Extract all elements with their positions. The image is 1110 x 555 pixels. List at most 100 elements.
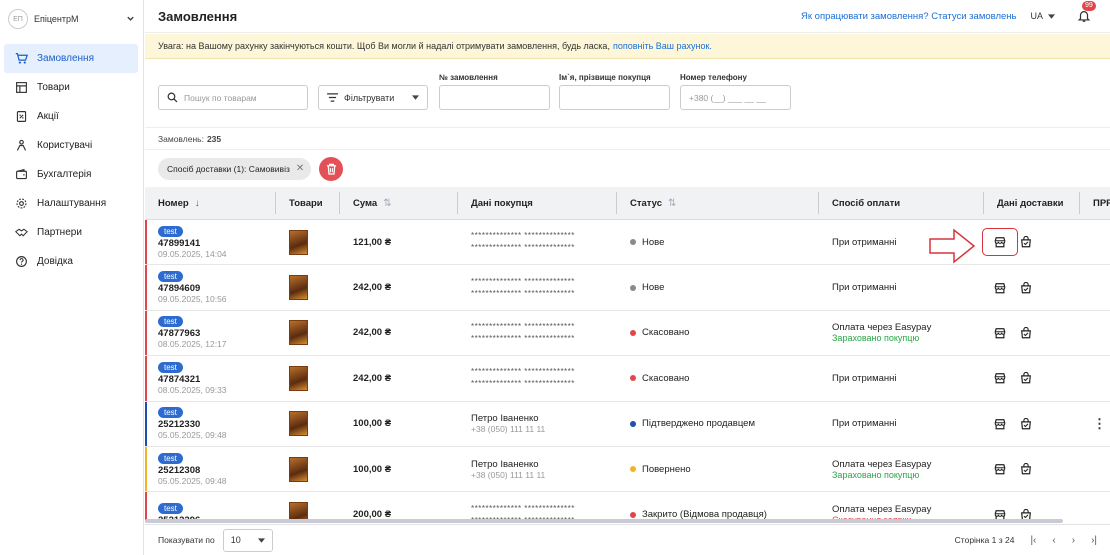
bag-check-icon[interactable] xyxy=(1020,281,1032,294)
caret-down-icon xyxy=(412,95,419,100)
sidebar-item-help[interactable]: Довідка xyxy=(4,247,138,276)
prro-cell xyxy=(1080,356,1110,400)
close-icon[interactable]: ✕ xyxy=(296,163,304,174)
prro-cell xyxy=(1080,311,1110,355)
order-number[interactable]: 47899141 xyxy=(158,238,200,249)
sort-icon[interactable]: ⇅ xyxy=(383,198,391,209)
store-pickup-button[interactable] xyxy=(994,418,1006,430)
product-thumbnail[interactable] xyxy=(289,365,308,391)
prev-page-icon[interactable]: ‹ xyxy=(1052,535,1055,546)
order-number[interactable]: 47894609 xyxy=(158,283,200,294)
brand-switcher[interactable]: ЕП ЕпіцентрМ xyxy=(0,0,143,38)
product-search-input[interactable]: Пошук по товарам xyxy=(158,85,308,110)
delivery-filter-chip[interactable]: Спосіб доставки (1): Самовивіз ✕ xyxy=(158,157,312,180)
goods-cell[interactable] xyxy=(276,447,340,491)
order-number-input[interactable] xyxy=(439,85,550,110)
table-row[interactable]: test 47874321 08.05.2025, 09:33 242,00 ₴… xyxy=(145,356,1110,402)
sidebar-item-label: Акції xyxy=(37,111,59,122)
store-pickup-button[interactable] xyxy=(994,282,1006,294)
col-status[interactable]: Статус ⇅ xyxy=(617,192,819,214)
goods-cell[interactable] xyxy=(276,311,340,355)
table-row[interactable]: test 25212330 05.05.2025, 09:48 100,00 ₴… xyxy=(145,401,1110,447)
status-text: Скасовано xyxy=(642,372,690,384)
store-icon xyxy=(994,418,1006,430)
pager: Сторінка 1 з 24 |‹ ‹ › ›| xyxy=(955,535,1097,546)
col-number[interactable]: Номер ↓ xyxy=(145,192,276,214)
discount-icon xyxy=(16,111,27,122)
table-row[interactable]: test 47894609 09.05.2025, 10:56 242,00 ₴… xyxy=(145,265,1110,311)
notifications-button[interactable]: 99 xyxy=(1077,1,1096,23)
sidebar-item-orders[interactable]: Замовлення xyxy=(4,44,138,73)
sort-desc-icon[interactable]: ↓ xyxy=(195,198,200,209)
bag-check-icon[interactable] xyxy=(1020,236,1032,248)
order-number-cell[interactable]: test 25212308 05.05.2025, 09:48 xyxy=(145,447,276,491)
store-icon xyxy=(994,282,1006,293)
col-sum[interactable]: Сума ⇅ xyxy=(340,192,458,214)
goods-cell[interactable] xyxy=(276,220,340,264)
order-number[interactable]: 47877963 xyxy=(158,328,200,339)
table-row[interactable]: test 47877963 08.05.2025, 12:17 242,00 ₴… xyxy=(145,310,1110,357)
more-vert-icon[interactable]: ⋮ xyxy=(1093,416,1106,432)
store-pickup-button[interactable] xyxy=(994,372,1006,384)
phone-input[interactable]: +380 (__) ___ __ __ xyxy=(680,85,791,110)
order-number[interactable]: 25212308 xyxy=(158,465,200,476)
goods-cell[interactable] xyxy=(276,265,340,309)
buyer-line-1: ************** ************** xyxy=(471,503,575,513)
row-status-bar xyxy=(145,356,147,401)
product-thumbnail[interactable] xyxy=(289,229,308,255)
table-row[interactable]: test 25212308 05.05.2025, 09:48 100,00 ₴… xyxy=(145,446,1110,493)
horizontal-scrollbar[interactable] xyxy=(145,519,1063,523)
buyer-line-2: ************** ************** xyxy=(471,333,575,343)
store-pickup-button[interactable] xyxy=(994,327,1006,339)
filter-label: Фільтрувати xyxy=(344,92,395,103)
sidebar-item-label: Налаштування xyxy=(37,198,107,209)
payment-method: Оплата через Easypay xyxy=(832,322,932,334)
product-thumbnail[interactable] xyxy=(289,275,308,301)
sidebar-item-goods[interactable]: Товари xyxy=(4,73,138,102)
sidebar-item-promotions[interactable]: Акції xyxy=(4,102,138,131)
next-page-icon[interactable]: › xyxy=(1072,535,1075,546)
test-badge: test xyxy=(158,503,183,515)
goods-cell[interactable] xyxy=(276,356,340,400)
sidebar-item-label: Товари xyxy=(37,82,70,93)
last-page-icon[interactable]: ›| xyxy=(1091,535,1097,546)
order-number-cell[interactable]: test 25212296 xyxy=(145,492,276,522)
first-page-icon[interactable]: |‹ xyxy=(1030,535,1036,546)
order-number[interactable]: 47874321 xyxy=(158,374,200,385)
product-thumbnail[interactable] xyxy=(289,320,308,346)
bag-check-icon[interactable] xyxy=(1020,463,1032,475)
order-number-cell[interactable]: test 25212330 05.05.2025, 09:48 xyxy=(145,402,276,446)
order-number[interactable]: 25212330 xyxy=(158,419,200,430)
order-number-cell[interactable]: test 47899141 09.05.2025, 14:04 xyxy=(145,220,276,264)
order-number-cell[interactable]: test 47894609 09.05.2025, 10:56 xyxy=(145,265,276,309)
sidebar-item-label: Довідка xyxy=(37,256,73,267)
language-select[interactable]: UA xyxy=(1030,11,1055,21)
per-page-select[interactable]: 10 xyxy=(222,528,273,552)
bag-check-icon[interactable] xyxy=(1020,417,1032,430)
order-date: 08.05.2025, 12:17 xyxy=(158,339,227,350)
store-pickup-button[interactable] xyxy=(994,463,1006,475)
sidebar-item-settings[interactable]: Налаштування xyxy=(4,189,138,218)
product-thumbnail[interactable] xyxy=(289,456,308,482)
goods-cell[interactable] xyxy=(276,402,340,446)
sidebar-item-partners[interactable]: Партнери xyxy=(4,218,138,247)
topup-account-link[interactable]: поповніть Ваш рахунок. xyxy=(613,41,712,51)
product-thumbnail[interactable] xyxy=(289,411,308,437)
order-date: 05.05.2025, 09:48 xyxy=(158,475,227,486)
order-number-cell[interactable]: test 47874321 08.05.2025, 09:33 xyxy=(145,356,276,400)
store-pickup-button[interactable] xyxy=(982,228,1018,257)
bag-check-icon[interactable] xyxy=(1020,326,1032,339)
order-number-cell[interactable]: test 47877963 08.05.2025, 12:17 xyxy=(145,311,276,355)
buyer-name-input[interactable] xyxy=(559,85,670,110)
order-help-link[interactable]: Як опрацювати замовлення? Статуси замовл… xyxy=(801,11,1016,22)
order-sum: 242,00 ₴ xyxy=(353,372,392,384)
search-icon xyxy=(167,92,178,103)
sort-icon[interactable]: ⇅ xyxy=(668,198,676,209)
filter-dropdown[interactable]: Фільтрувати xyxy=(318,85,428,110)
sidebar-item-accounting[interactable]: Бухгалтерія xyxy=(4,160,138,189)
goods-cell[interactable] xyxy=(276,492,340,522)
table-row[interactable]: test 25212296 200,00 ₴ ************** **… xyxy=(145,492,1110,522)
sidebar-item-users[interactable]: Користувачі xyxy=(4,131,138,160)
clear-filters-button[interactable] xyxy=(319,156,344,181)
bag-check-icon[interactable] xyxy=(1020,372,1032,384)
